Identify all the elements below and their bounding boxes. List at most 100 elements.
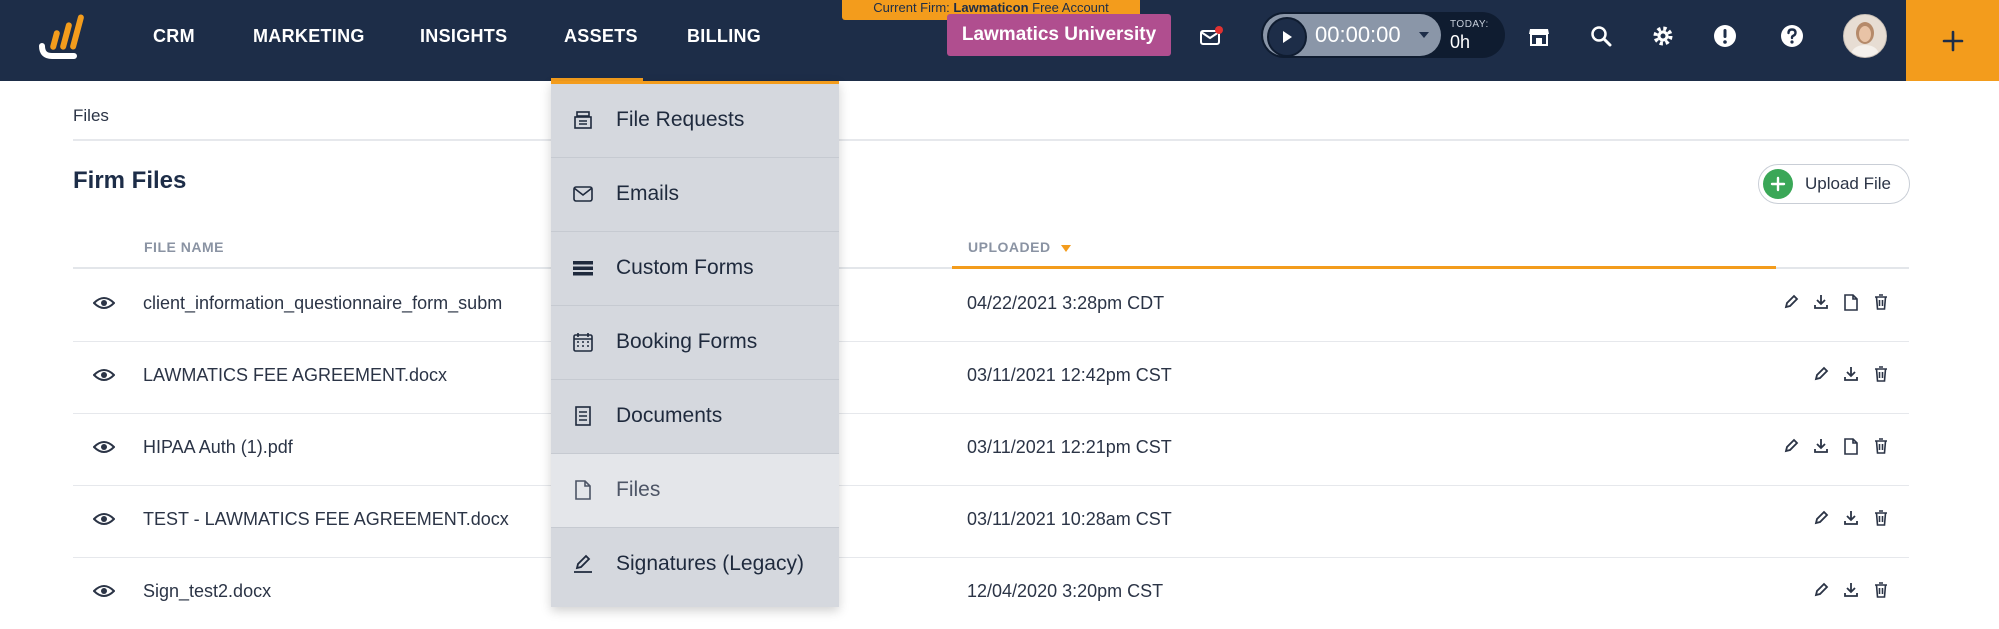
download-icon[interactable] (1812, 435, 1830, 457)
uploaded-date: 03/11/2021 12:42pm CST (967, 365, 1172, 385)
envelope-icon (573, 184, 593, 204)
edit-icon[interactable] (1812, 363, 1830, 385)
lawmatics-logo-icon[interactable] (36, 8, 90, 62)
upload-file-label: Upload File (1805, 174, 1891, 193)
upload-file-button[interactable]: Upload File (1758, 164, 1910, 204)
plus-circle-icon (1763, 169, 1793, 199)
table-row: TEST - LAWMATICS FEE AGREEMENT.docx 03/1… (73, 485, 1909, 558)
timer-value: 00:00:00 (1315, 22, 1401, 47)
document-icon[interactable] (1842, 291, 1860, 313)
column-header-file-name[interactable]: FILE NAME (144, 239, 224, 255)
file-request-icon (573, 110, 593, 130)
today-label: TODAY: (1450, 19, 1489, 30)
store-icon[interactable] (1525, 22, 1553, 50)
row-actions (1782, 435, 1890, 459)
firm-banner-suffix: Free Account (1032, 0, 1109, 15)
table-row: Sign_test2.docx 12/04/2020 3:20pm CST (73, 557, 1909, 629)
firm-banner-name: Lawmaticon (953, 0, 1029, 15)
download-icon[interactable] (1842, 363, 1860, 385)
eye-icon[interactable] (93, 367, 115, 383)
eye-icon[interactable] (93, 583, 115, 599)
trash-icon[interactable] (1872, 363, 1890, 385)
calendar-icon (573, 332, 593, 352)
file-name[interactable]: LAWMATICS FEE AGREEMENT.docx (143, 365, 447, 386)
uploaded-date: 03/11/2021 10:28am CST (967, 509, 1172, 529)
file-name[interactable]: Sign_test2.docx (143, 581, 271, 602)
search-icon[interactable] (1587, 22, 1615, 50)
menu-item-emails[interactable]: Emails (551, 158, 839, 232)
menu-item-custom-forms[interactable]: Custom Forms (551, 232, 839, 306)
table-row: LAWMATICS FEE AGREEMENT.docx 03/11/2021 … (73, 341, 1909, 414)
sort-desc-icon (1060, 244, 1071, 252)
table-row: client_information_questionnaire_form_su… (73, 269, 1909, 342)
menu-item-label: File Requests (616, 108, 745, 131)
download-icon[interactable] (1812, 291, 1830, 313)
uploaded-date: 12/04/2020 3:20pm CST (967, 581, 1164, 601)
row-actions (1782, 291, 1890, 315)
mail-icon[interactable] (1197, 22, 1225, 50)
forms-icon (573, 258, 593, 278)
menu-item-files[interactable]: Files (551, 454, 839, 528)
chevron-down-icon[interactable] (1419, 32, 1429, 38)
document-icon (573, 406, 593, 426)
play-icon[interactable] (1267, 17, 1307, 57)
document-icon[interactable] (1842, 435, 1860, 457)
row-actions (1812, 579, 1890, 603)
assets-dropdown-menu: File Requests Emails Custom Forms Bookin… (551, 81, 839, 607)
time-tracker: 00:00:00 TODAY: 0h (1261, 12, 1505, 58)
signature-icon (573, 554, 593, 574)
user-avatar[interactable] (1843, 14, 1887, 58)
add-new-button[interactable] (1906, 0, 1999, 81)
menu-item-label: Documents (616, 404, 723, 427)
row-actions (1812, 507, 1890, 531)
edit-icon[interactable] (1782, 435, 1800, 457)
trash-icon[interactable] (1872, 579, 1890, 601)
alert-icon[interactable] (1711, 22, 1739, 50)
row-actions (1812, 363, 1890, 387)
top-navigation-bar: CRM MARKETING INSIGHTS ASSETS BILLING Cu… (0, 0, 1999, 81)
menu-item-label: Emails (616, 182, 680, 205)
trash-icon[interactable] (1872, 507, 1890, 529)
edit-icon[interactable] (1812, 507, 1830, 529)
uploaded-date: 04/22/2021 3:28pm CDT (967, 293, 1165, 313)
trash-icon[interactable] (1872, 435, 1890, 457)
today-value: 0h (1450, 32, 1471, 52)
edit-icon[interactable] (1782, 291, 1800, 313)
menu-item-signatures-legacy[interactable]: Signatures (Legacy) (551, 528, 839, 601)
eye-icon[interactable] (93, 295, 115, 311)
firm-banner-prefix: Current Firm: (873, 0, 950, 15)
nav-crm[interactable]: CRM (153, 24, 195, 48)
download-icon[interactable] (1842, 579, 1860, 601)
nav-marketing[interactable]: MARKETING (253, 24, 365, 48)
breadcrumb-divider (73, 139, 1909, 141)
edit-icon[interactable] (1812, 579, 1830, 601)
nav-assets[interactable]: ASSETS (564, 24, 638, 48)
trash-icon[interactable] (1872, 291, 1890, 313)
table-row: HIPAA Auth (1).pdf 03/11/2021 12:21pm CS… (73, 413, 1909, 486)
menu-item-label: Booking Forms (616, 330, 758, 353)
menu-item-file-requests[interactable]: File Requests (551, 84, 839, 158)
page-title: Firm Files (73, 167, 187, 194)
lawmatics-university-button[interactable]: Lawmatics University (947, 14, 1171, 56)
gear-icon[interactable] (1649, 22, 1677, 50)
file-name[interactable]: HIPAA Auth (1).pdf (143, 437, 293, 458)
column-header-uploaded[interactable]: UPLOADED (968, 239, 1071, 255)
nav-insights[interactable]: INSIGHTS (420, 24, 507, 48)
eye-icon[interactable] (93, 439, 115, 455)
eye-icon[interactable] (93, 511, 115, 527)
column-header-uploaded-label: UPLOADED (968, 239, 1051, 255)
menu-item-label: Signatures (Legacy) (616, 552, 804, 575)
timer-pill[interactable]: 00:00:00 (1263, 14, 1441, 57)
breadcrumb[interactable]: Files (73, 106, 109, 126)
menu-item-booking-forms[interactable]: Booking Forms (551, 306, 839, 380)
nav-billing[interactable]: BILLING (687, 24, 761, 48)
download-icon[interactable] (1842, 507, 1860, 529)
plus-icon (1942, 30, 1963, 51)
menu-item-documents[interactable]: Documents (551, 380, 839, 454)
menu-item-label: Custom Forms (616, 256, 754, 279)
help-icon[interactable] (1778, 22, 1806, 50)
file-name[interactable]: client_information_questionnaire_form_su… (143, 293, 502, 314)
file-name[interactable]: TEST - LAWMATICS FEE AGREEMENT.docx (143, 509, 509, 530)
menu-item-label: Files (616, 478, 661, 501)
file-icon (573, 480, 593, 500)
